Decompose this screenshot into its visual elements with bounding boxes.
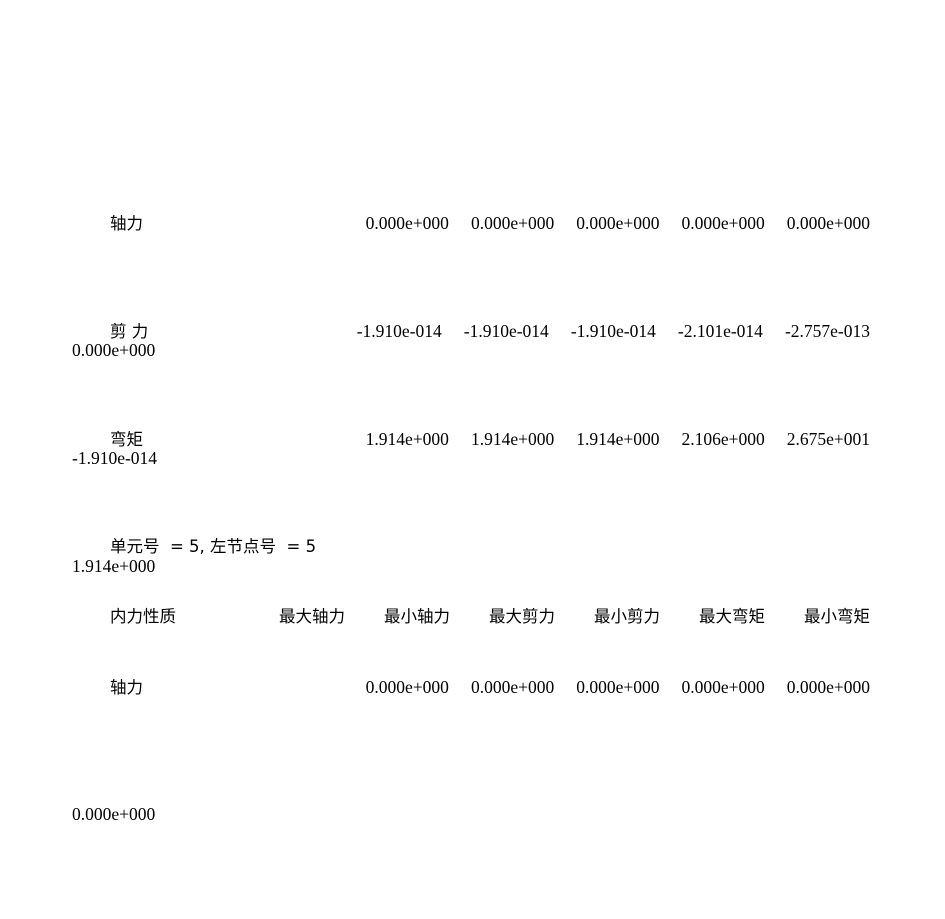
value-cell: 0.000e+000 (470, 677, 555, 697)
value-cell: 0.000e+000 (786, 677, 870, 697)
row-values: 0.000e+000 0.000e+000 0.000e+000 0.000e+… (260, 666, 870, 708)
row-primary-line: 轴力 0.000e+000 0.000e+000 0.000e+000 0.00… (72, 666, 870, 709)
axial-force-row-2: 轴力 0.000e+000 0.000e+000 0.000e+000 0.00… (72, 582, 872, 919)
value-cell: 0.000e+000 (576, 677, 660, 697)
value-cell: 0.000e+000 (365, 677, 449, 697)
row-wrapped-value: 0.000e+000 (72, 804, 156, 824)
value-cell: 0.000e+000 (681, 677, 765, 697)
row-label-axial-force: 轴力 (110, 678, 143, 697)
report-page: 轴力 0.000e+000 0.000e+000 0.000e+000 0.00… (0, 0, 945, 824)
